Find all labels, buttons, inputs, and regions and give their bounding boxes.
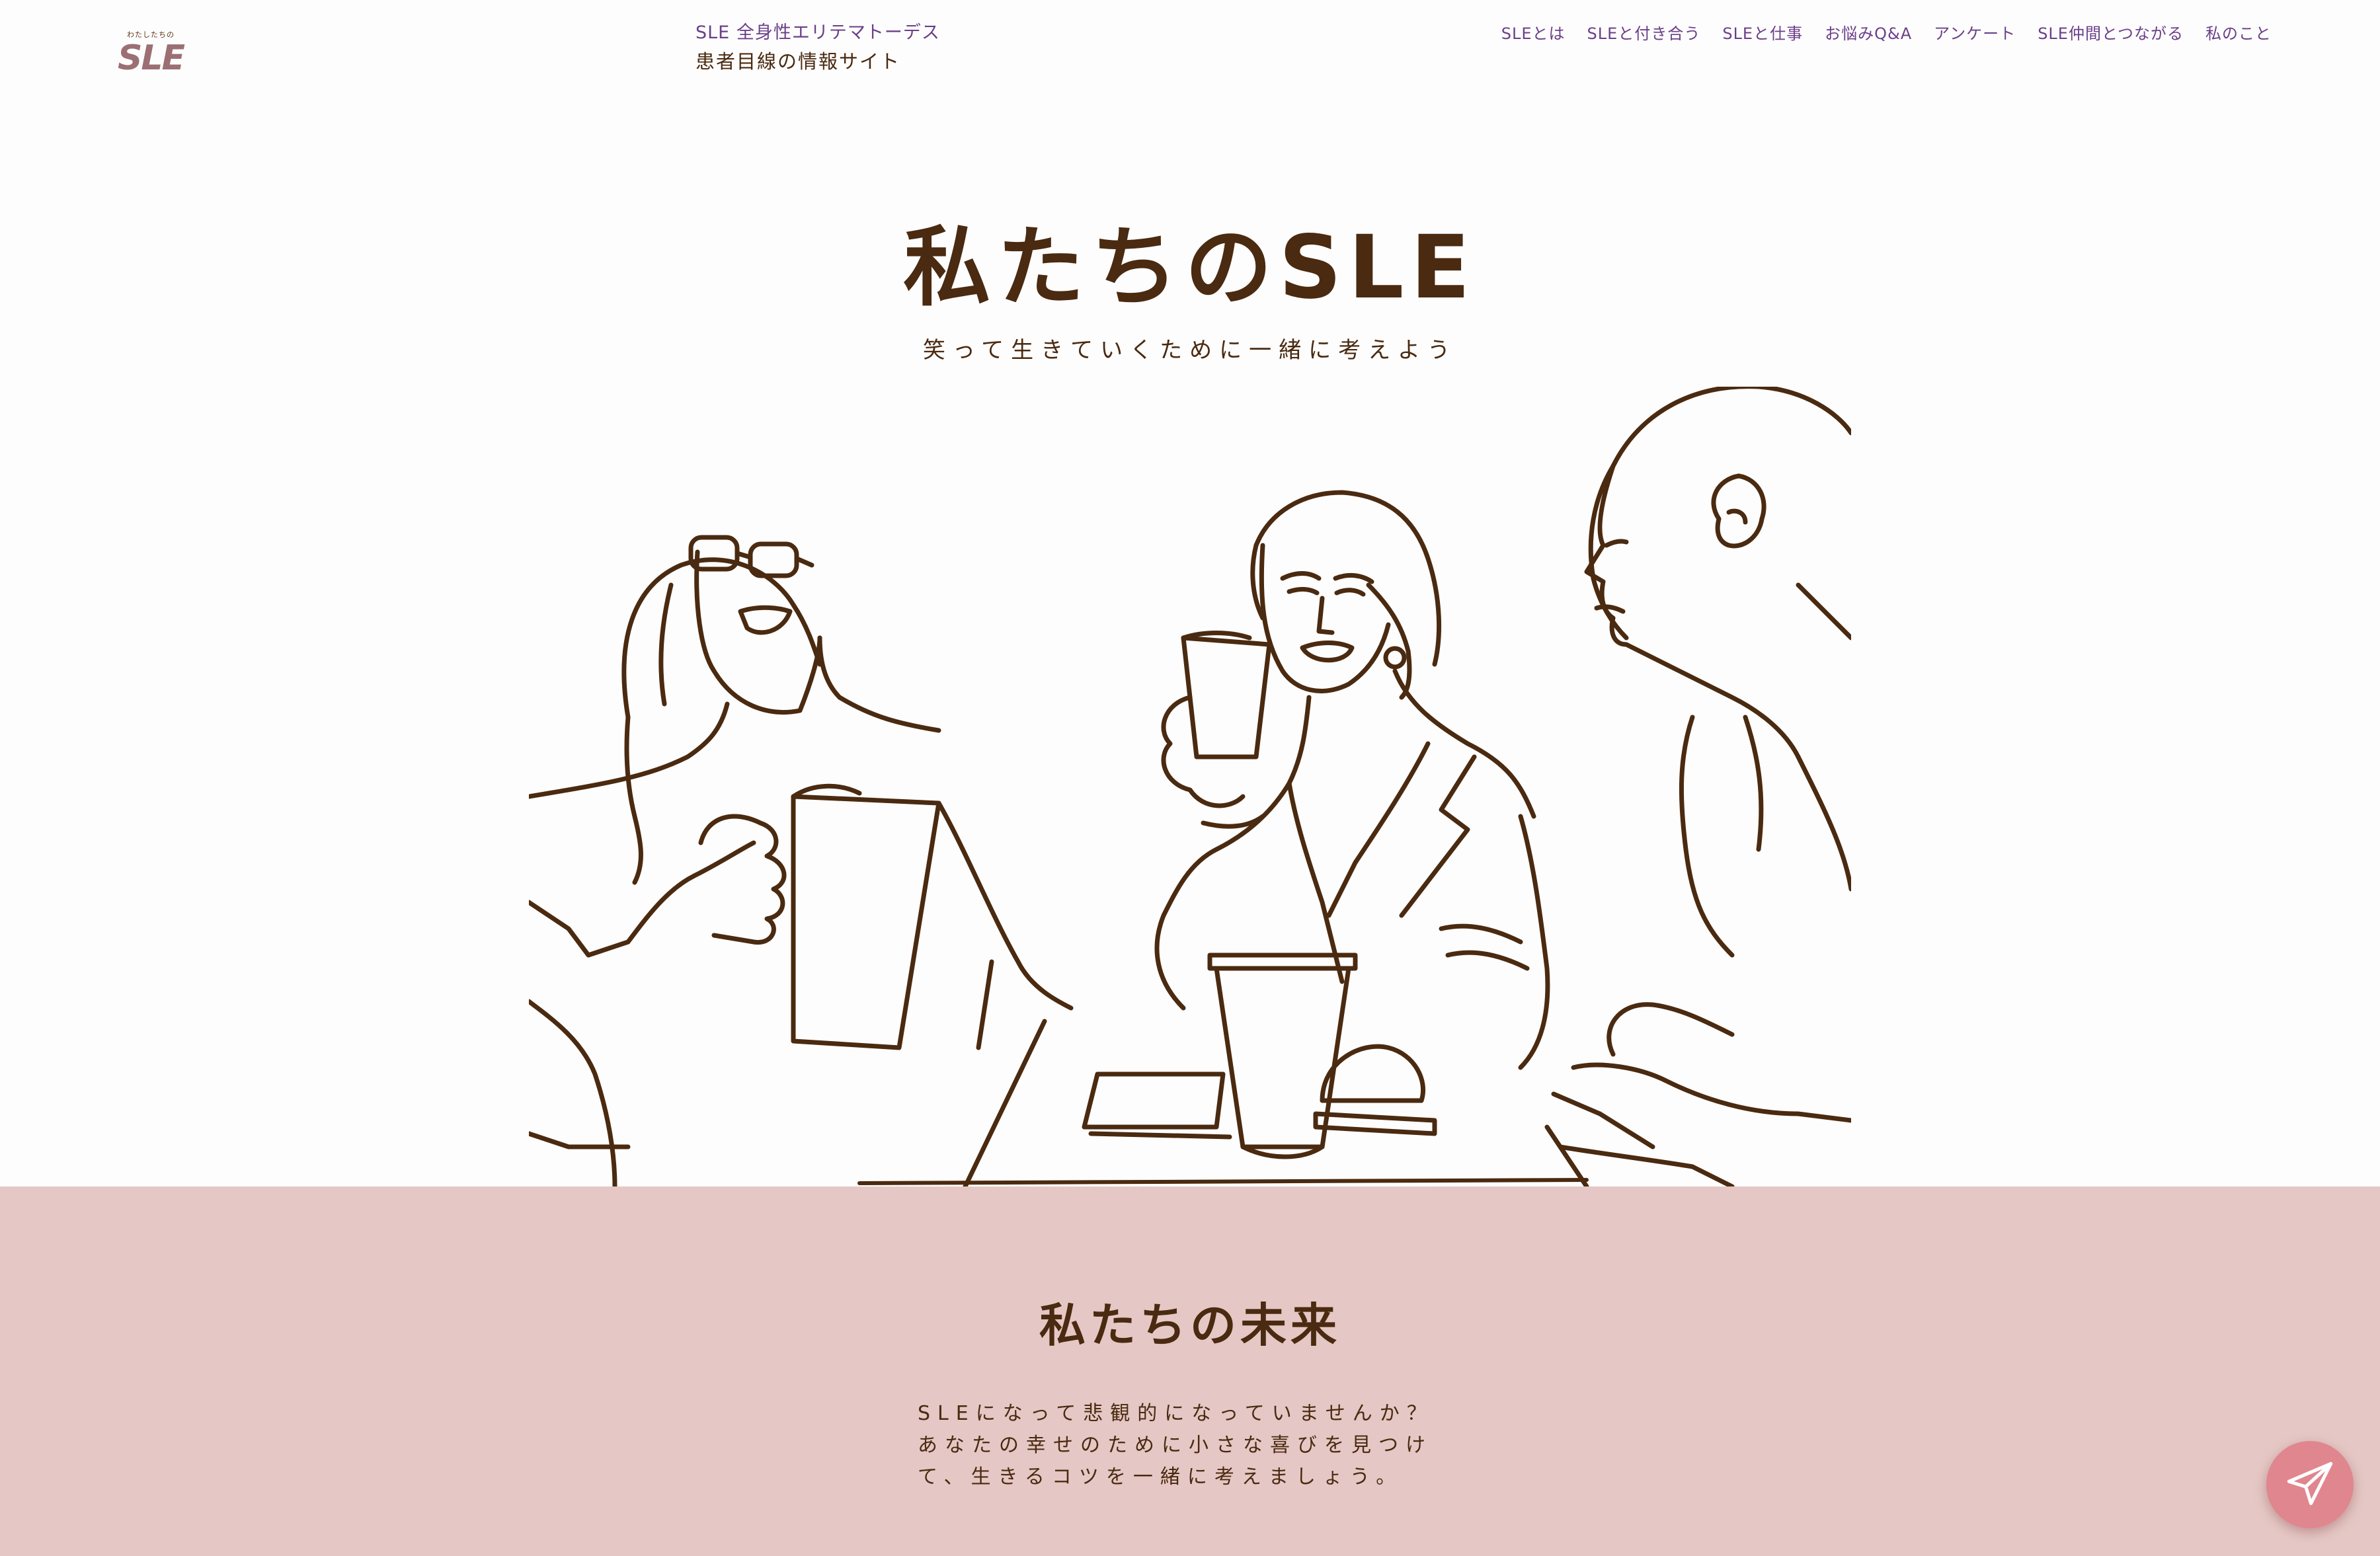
future-text: SLEになって悲観的になっていませんか？ あなたの幸せのために小さな喜びを見つけ…	[918, 1398, 1466, 1493]
nav-item-sle-and-work[interactable]: SLEと仕事	[1722, 24, 1803, 43]
hero-subtitle: 笑って生きていくために一緒に考えよう	[922, 337, 1458, 364]
future-section: 私たちの未来 SLEになって悲観的になっていませんか？ あなたの幸せのために小さ…	[0, 1186, 2380, 1556]
woman-middle-figure	[1082, 490, 1550, 1159]
site-header: わたしたちの SLE SLE 全身性エリテマトーデス 患者目線の情報サイト SL…	[0, 0, 2380, 99]
woman-left-figure	[529, 535, 1074, 1186]
nav-item-connect[interactable]: SLE仲間とつながる	[2038, 24, 2184, 43]
nav-item-about-me[interactable]: 私のこと	[2205, 24, 2272, 43]
future-text-line: SLEになって悲観的になっていませんか？	[918, 1402, 1434, 1425]
site-title-line2: 患者目線の情報サイト	[695, 50, 901, 73]
logo-text: SLE	[117, 38, 185, 78]
hero-title: 私たちのSLE	[903, 217, 1477, 319]
future-title: 私たちの未来	[1039, 1298, 1341, 1352]
woman-right-figure	[1544, 387, 1851, 1186]
nav-item-qa[interactable]: お悩みQ&A	[1825, 24, 1912, 43]
main-nav: SLEとは SLEと付き合う SLEと仕事 お悩みQ&A アンケート SLE仲間…	[1501, 20, 2272, 48]
future-text-line: あなたの幸せのために小さな喜びを見つけ	[918, 1434, 1433, 1457]
hero-illustration	[529, 387, 1851, 1186]
contact-button[interactable]	[2266, 1441, 2354, 1528]
nav-item-living-with-sle[interactable]: SLEと付き合う	[1587, 24, 1701, 43]
site-title: SLE 全身性エリテマトーデス 患者目線の情報サイト	[695, 20, 973, 77]
site-logo[interactable]: わたしたちの SLE	[111, 30, 190, 81]
nav-item-survey[interactable]: アンケート	[1934, 24, 2016, 43]
future-text-line: て、生きるコツを一緒に考えましょう。	[918, 1465, 1404, 1489]
nav-item-about-sle[interactable]: SLEとは	[1501, 24, 1566, 43]
site-title-line1: SLE 全身性エリテマトーデス	[695, 22, 940, 43]
paper-plane-icon	[2287, 1461, 2333, 1506]
